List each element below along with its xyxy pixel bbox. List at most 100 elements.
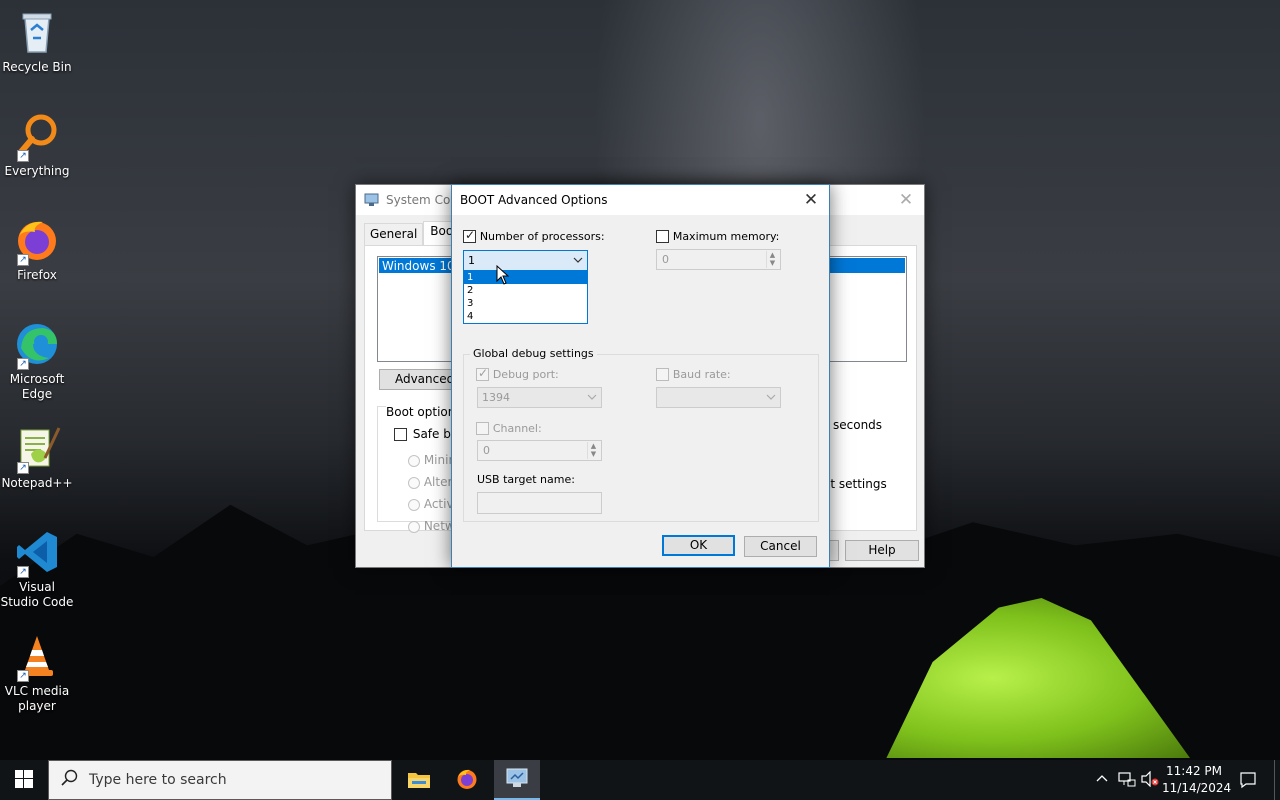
taskbar-search-box[interactable]: Type here to search (48, 760, 392, 800)
desktop-icon-vlc[interactable]: ↗ VLC media player (0, 632, 74, 714)
desktop-icon-label: Microsoft Edge (9, 372, 65, 401)
taskbar-firefox[interactable] (446, 760, 488, 800)
baud-rate-checkbox (656, 368, 669, 381)
recycle-bin-icon (13, 8, 61, 56)
usb-target-label: USB target name: (477, 473, 575, 486)
search-icon (61, 769, 79, 791)
channel-option: Channel: (476, 421, 542, 435)
windows-logo-icon (15, 769, 33, 791)
edge-icon: ↗ (13, 320, 61, 370)
system-config-close-icon[interactable]: ✕ (896, 190, 916, 210)
desktop-icon-label: Recycle Bin (2, 60, 72, 74)
desktop-icon-notepadpp[interactable]: ↗ Notepad++ (0, 424, 74, 491)
notepadpp-icon: ↗ (13, 424, 61, 474)
channel-checkbox (476, 422, 489, 435)
volume-muted-icon[interactable] (1141, 770, 1159, 790)
taskbar-system-config[interactable] (494, 760, 540, 800)
dialog-close-icon[interactable]: ✕ (801, 190, 821, 210)
vscode-icon: ↗ (13, 528, 61, 578)
desktop-icon-label: Visual Studio Code (0, 580, 74, 609)
num-processors-label: Number of processors: (479, 230, 605, 243)
chevron-down-icon (573, 254, 583, 268)
boot-advanced-options-dialog[interactable]: BOOT Advanced Options ✕ Number of proces… (451, 184, 830, 568)
notification-center-icon[interactable] (1239, 771, 1257, 792)
safe-boot-checkbox[interactable] (394, 428, 407, 441)
channel-label: Channel: (492, 422, 542, 435)
desktop-icon-recycle-bin[interactable]: Recycle Bin (0, 8, 74, 75)
clock-date: 11/14/2024 (1162, 781, 1232, 795)
baud-rate-option: Baud rate: (656, 367, 731, 381)
dialog-titlebar[interactable]: BOOT Advanced Options (452, 185, 829, 215)
system-config-tabs: General Boot (364, 221, 465, 245)
num-processors-option[interactable]: Number of processors: (463, 228, 605, 243)
firefox-icon (455, 767, 479, 794)
debug-port-value: 1394 (482, 391, 510, 404)
search-placeholder: Type here to search (89, 772, 227, 788)
dropdown-option-1[interactable]: 1 (464, 271, 587, 284)
timeout-seconds-label: seconds (833, 418, 883, 432)
cancel-button[interactable]: Cancel (744, 536, 817, 557)
taskbar-clock[interactable]: 11:42 PM 11/14/2024 (1162, 763, 1232, 797)
taskbar-file-explorer[interactable] (398, 760, 440, 800)
shortcut-arrow-icon: ↗ (17, 254, 29, 266)
max-memory-spinner: 0 ▲ ▼ (656, 249, 781, 270)
baud-rate-label: Baud rate: (672, 368, 731, 381)
shortcut-arrow-icon: ↗ (17, 566, 29, 578)
help-button[interactable]: Help (845, 540, 919, 561)
shortcut-arrow-icon: ↗ (17, 462, 29, 474)
shortcut-arrow-icon: ↗ (17, 150, 29, 162)
mouse-cursor-icon (496, 264, 510, 288)
folder-icon (407, 769, 431, 792)
dropdown-option-3[interactable]: 3 (464, 297, 587, 310)
tray-overflow-chevron-icon[interactable] (1095, 772, 1109, 789)
show-desktop-button[interactable] (1274, 760, 1280, 800)
shortcut-arrow-icon: ↗ (17, 670, 29, 682)
desktop-icon-everything[interactable]: ↗ Everything (0, 112, 74, 179)
desktop-icon-label: Everything (4, 164, 70, 178)
baud-rate-select (656, 387, 781, 408)
start-button[interactable] (0, 760, 48, 800)
ok-button[interactable]: OK (662, 535, 735, 556)
system-config-app-icon (364, 193, 380, 207)
max-memory-checkbox[interactable] (656, 230, 669, 243)
desktop-icon-label: Firefox (17, 268, 57, 282)
make-permanent-label: ot settings (823, 477, 887, 491)
network-icon[interactable] (1118, 771, 1136, 790)
num-processors-selected-value: 1 (468, 254, 475, 267)
num-processors-select[interactable]: 1 (463, 250, 588, 271)
os-list-highlight-tail (830, 260, 905, 271)
debug-port-select: 1394 (477, 387, 602, 408)
spinner-arrows-icon: ▲ ▼ (587, 442, 599, 459)
chevron-down-icon (587, 391, 597, 405)
desktop-icon-firefox[interactable]: ↗ Firefox (0, 216, 74, 283)
global-debug-label: Global debug settings (470, 347, 597, 360)
clock-time: 11:42 PM (1166, 764, 1222, 778)
chevron-down-icon (766, 391, 776, 405)
global-debug-group: Global debug settings Debug port: 1394 B… (463, 347, 819, 522)
max-memory-option[interactable]: Maximum memory: (656, 229, 779, 243)
dropdown-option-2[interactable]: 2 (464, 284, 587, 297)
max-memory-label: Maximum memory: (672, 230, 780, 243)
desktop-icon-label: VLC media player (4, 684, 70, 713)
firefox-icon: ↗ (13, 216, 61, 266)
desktop-icon-edge[interactable]: ↗ Microsoft Edge (0, 320, 74, 402)
debug-port-label: Debug port: (492, 368, 559, 381)
dropdown-option-4[interactable]: 4 (464, 310, 587, 323)
spinner-arrows-icon: ▲ ▼ (766, 251, 778, 268)
debug-port-checkbox (476, 366, 489, 381)
channel-spinner: 0 ▲ ▼ (477, 440, 602, 461)
desktop-icon-label: Notepad++ (1, 476, 73, 490)
tab-general[interactable]: General (364, 223, 424, 245)
usb-target-input (477, 492, 602, 514)
num-processors-dropdown-list: 1 2 3 4 (463, 270, 588, 324)
desktop-icon-vscode[interactable]: ↗ Visual Studio Code (0, 528, 74, 610)
debug-port-option: Debug port: (476, 366, 559, 381)
vlc-icon: ↗ (13, 632, 61, 682)
taskbar: Type here to search 11:42 PM 11/14/2024 (0, 760, 1280, 800)
system-config-taskbar-icon (505, 767, 529, 792)
everything-search-icon: ↗ (13, 112, 61, 162)
channel-value: 0 (483, 444, 490, 457)
num-processors-checkbox[interactable] (463, 228, 476, 243)
dialog-title: BOOT Advanced Options (460, 193, 608, 207)
max-memory-value: 0 (662, 253, 669, 266)
